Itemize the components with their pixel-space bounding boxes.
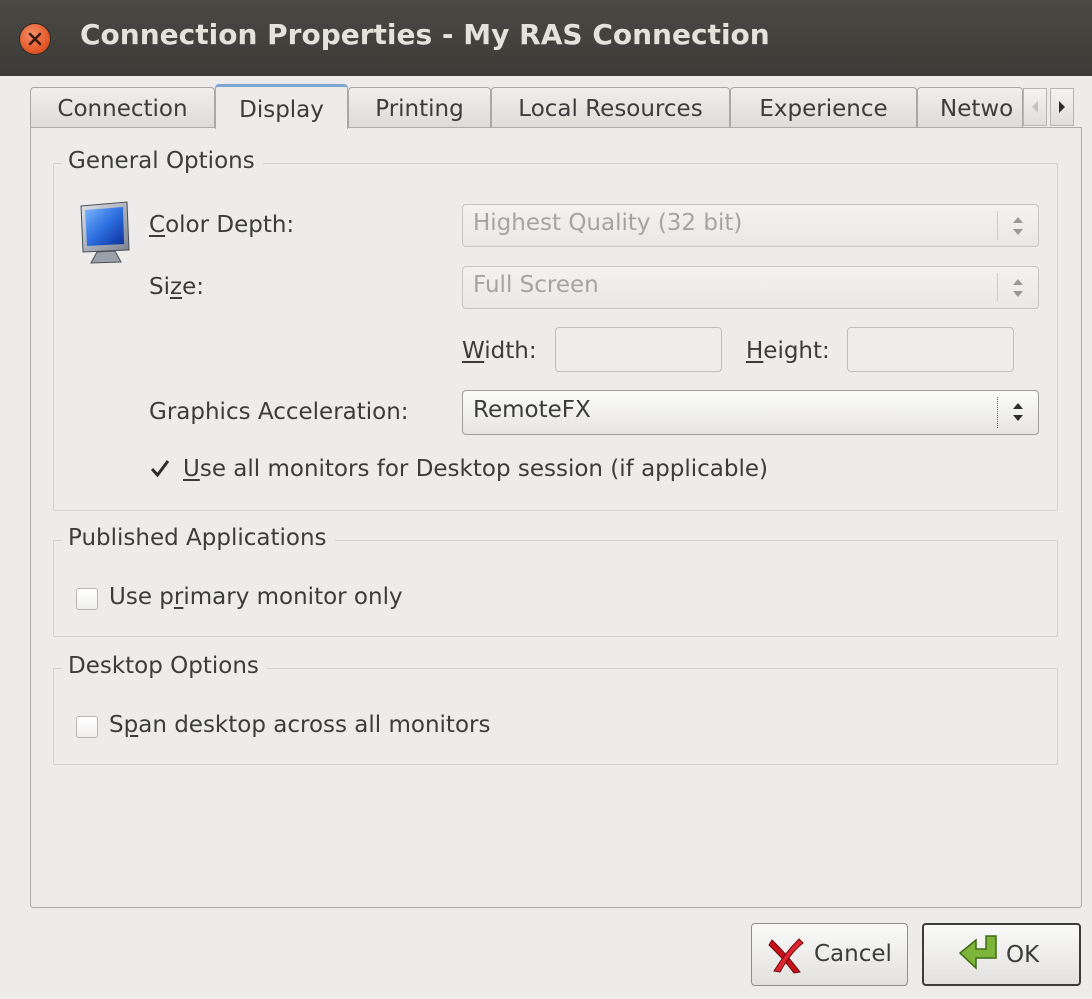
- arrow-right-icon: [1059, 101, 1065, 113]
- tab-connection[interactable]: Connection: [30, 87, 215, 127]
- span-desktop-checkbox[interactable]: [76, 716, 98, 738]
- desktop-options-legend: Desktop Options: [62, 653, 267, 679]
- arrow-left-icon: [1032, 101, 1038, 113]
- use-primary-monitor-checkbox[interactable]: [76, 588, 98, 610]
- size-select[interactable]: Full Screen: [462, 266, 1039, 309]
- graphics-acceleration-value: RemoteFX: [473, 397, 591, 423]
- use-all-monitors-label: Use all monitors for Desktop session (if…: [183, 456, 769, 482]
- width-input[interactable]: [555, 327, 722, 372]
- display-tab-panel: General Options Color Depth: Highest Qua…: [30, 127, 1082, 908]
- height-input[interactable]: [847, 327, 1014, 372]
- height-label: Height:: [746, 338, 830, 364]
- tab-display[interactable]: Display: [215, 84, 348, 129]
- tab-label: Connection: [57, 96, 188, 122]
- color-depth-label: Color Depth:: [149, 212, 295, 238]
- size-label: Size:: [149, 274, 204, 300]
- tab-label: Netwo: [940, 96, 1014, 122]
- tab-network[interactable]: Netwo: [917, 87, 1023, 127]
- graphics-acceleration-select[interactable]: RemoteFX: [462, 390, 1039, 435]
- ok-label: OK: [1006, 942, 1040, 968]
- close-button[interactable]: [20, 24, 50, 54]
- cancel-button[interactable]: Cancel: [751, 923, 908, 986]
- ok-button[interactable]: OK: [922, 923, 1081, 986]
- tab-label: Experience: [759, 96, 888, 122]
- close-icon: [28, 32, 42, 46]
- tab-printing[interactable]: Printing: [348, 87, 491, 127]
- color-depth-value: Highest Quality (32 bit): [473, 210, 743, 236]
- up-down-arrows-icon: [1013, 217, 1023, 235]
- span-desktop-label: Span desktop across all monitors: [109, 712, 491, 738]
- window-title: Connection Properties - My RAS Connectio…: [80, 18, 770, 51]
- published-applications-legend: Published Applications: [62, 525, 335, 551]
- width-label: Width:: [462, 338, 537, 364]
- use-all-monitors-checkbox[interactable]: [149, 458, 171, 480]
- graphics-acceleration-label: Graphics Acceleration:: [149, 399, 409, 425]
- use-primary-monitor-label: Use primary monitor only: [109, 584, 403, 610]
- red-x-icon: [768, 938, 804, 974]
- tab-label: Display: [239, 97, 324, 123]
- size-value: Full Screen: [473, 272, 599, 298]
- tab-local-resources[interactable]: Local Resources: [491, 87, 730, 127]
- monitor-icon: [80, 201, 130, 264]
- tab-label: Printing: [375, 96, 464, 122]
- tab-experience[interactable]: Experience: [730, 87, 917, 127]
- cancel-label: Cancel: [814, 941, 892, 967]
- up-down-arrows-icon: [1013, 279, 1023, 297]
- up-down-arrows-icon: [1013, 403, 1023, 421]
- green-arrow-icon: [958, 935, 997, 970]
- tab-scroll-left-button[interactable]: [1023, 88, 1047, 126]
- tab-scroll-right-button[interactable]: [1050, 88, 1074, 126]
- general-options-legend: General Options: [62, 148, 263, 174]
- title-bar: Connection Properties - My RAS Connectio…: [0, 0, 1092, 76]
- color-depth-select[interactable]: Highest Quality (32 bit): [462, 204, 1039, 247]
- tab-label: Local Resources: [518, 96, 703, 122]
